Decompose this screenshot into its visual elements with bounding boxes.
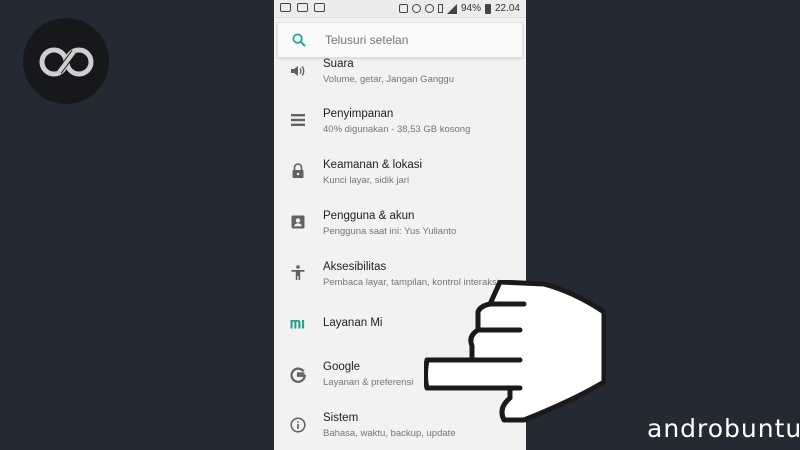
storage-icon	[291, 114, 305, 126]
infinity-logo-icon	[39, 47, 94, 77]
item-title: Sistem	[323, 412, 359, 424]
settings-item-penyimpanan[interactable]: Penyimpanan 40% digunakan - 38,53 GB kos…	[274, 96, 526, 144]
account-icon	[291, 215, 305, 229]
item-title: Google	[323, 361, 361, 373]
alarm-icon	[424, 4, 434, 13]
settings-item-pengguna[interactable]: Pengguna & akun Pengguna saat ini: Yus Y…	[274, 198, 526, 246]
status-bar: 94% 22.04	[274, 0, 526, 18]
bluetooth-icon	[437, 4, 443, 13]
battery-percent: 94%	[460, 3, 481, 14]
search-placeholder: Telusuri setelan	[325, 33, 409, 47]
info-icon	[290, 417, 306, 433]
accessibility-icon	[291, 265, 305, 280]
item-title: Penyimpanan	[323, 108, 394, 120]
volume-icon	[291, 65, 305, 77]
item-title: Aksesibilitas	[323, 261, 387, 273]
item-subtitle: Pengguna saat ini: Yus Yulianto	[323, 226, 457, 237]
item-title: Keamanan & lokasi	[323, 159, 423, 171]
item-subtitle: 40% digunakan - 38,53 GB kosong	[323, 124, 471, 135]
battery-icon	[484, 3, 491, 14]
brand-logo	[23, 18, 109, 104]
item-subtitle: Volume, getar, Jangan Ganggu	[323, 74, 454, 85]
pointing-hand-icon	[424, 280, 606, 423]
google-icon	[290, 367, 306, 383]
item-subtitle: Bahasa, waktu, backup, update	[323, 428, 456, 439]
lock-icon	[292, 163, 304, 178]
image-icon	[314, 3, 325, 12]
item-title: Layanan Mi	[323, 317, 383, 329]
clock: 22.04	[494, 3, 520, 14]
item-subtitle: Layanan & preferensi	[323, 377, 414, 388]
mi-icon	[290, 320, 305, 329]
brand-watermark: androbuntu	[647, 414, 800, 443]
signal-icon	[446, 3, 457, 14]
item-title: Pengguna & akun	[323, 210, 415, 222]
search-icon	[292, 33, 306, 47]
settings-search-bar[interactable]: Telusuri setelan	[277, 22, 523, 58]
item-subtitle: Kunci layar, sidik jari	[323, 175, 410, 186]
settings-item-keamanan[interactable]: Keamanan & lokasi Kunci layar, sidik jar…	[274, 147, 526, 195]
screen-icon	[297, 3, 308, 12]
hotspot-icon	[411, 4, 421, 13]
notification-icon	[280, 3, 291, 12]
nfc-icon	[398, 4, 408, 13]
item-title: Suara	[323, 58, 354, 70]
